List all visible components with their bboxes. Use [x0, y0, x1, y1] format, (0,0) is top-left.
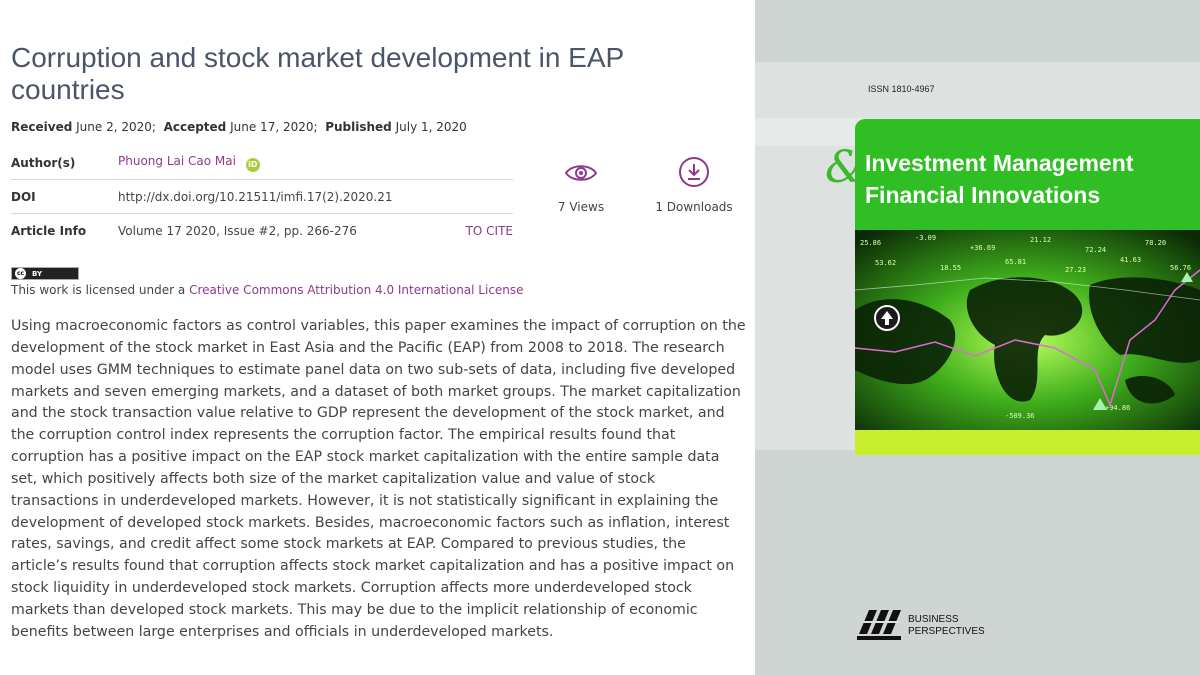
publisher-line2: PERSPECTIVES	[908, 626, 985, 637]
orcid-icon[interactable]: iD	[245, 157, 260, 172]
views-count: 7 Views	[557, 200, 605, 214]
downloads-stat: 1 Downloads	[655, 157, 733, 214]
cover-stripe	[755, 450, 1200, 675]
article-panel: Corruption and stock market development …	[0, 0, 755, 675]
journal-cover-panel: ISSN 1810-4967 Investment Management Fin…	[755, 0, 1200, 675]
svg-text:72.24: 72.24	[1085, 246, 1106, 254]
svg-text:18.55: 18.55	[940, 264, 961, 272]
journal-title-line2: Financial Innovations	[865, 182, 1101, 208]
article-title: Corruption and stock market development …	[11, 42, 624, 105]
article-info-label: Article Info	[11, 224, 87, 238]
views-stat: 7 Views	[555, 160, 607, 214]
article-info-value: Volume 17 2020, Issue #2, pp. 266-276	[118, 224, 357, 238]
to-cite-button[interactable]: TO CITE	[466, 224, 513, 238]
by-text: BY	[32, 269, 43, 278]
license-text: This work is licensed under a Creative C…	[11, 283, 524, 297]
accepted-label: Accepted	[163, 120, 227, 134]
doi-row: DOI http://dx.doi.org/10.21511/imfi.17(2…	[11, 180, 513, 214]
article-info-row: Article Info Volume 17 2020, Issue #2, p…	[11, 214, 513, 248]
svg-text:41.63: 41.63	[1120, 256, 1141, 264]
license-link[interactable]: Creative Commons Attribution 4.0 Interna…	[189, 283, 523, 297]
svg-text:-3.09: -3.09	[915, 234, 936, 242]
svg-text:65.81: 65.81	[1005, 258, 1026, 266]
publisher-logo	[857, 610, 901, 640]
published-date: July 1, 2020	[395, 120, 467, 134]
svg-text:+94.86: +94.86	[1105, 404, 1130, 412]
journal-cover: Investment Management Financial Innovati…	[855, 119, 1200, 455]
journal-title: Investment Management Financial Innovati…	[865, 147, 1133, 211]
eye-icon	[564, 165, 598, 181]
svg-text:53.62: 53.62	[875, 259, 896, 267]
svg-text:21.12: 21.12	[1030, 236, 1051, 244]
journal-title-line1: Investment Management	[865, 150, 1134, 176]
article-dates: Received June 2, 2020; Accepted June 17,…	[11, 120, 467, 134]
cover-world-map-image: 25.86 -3.09 +36.69 21.12 72.24 78.20 53.62 18…	[855, 230, 1200, 430]
downloads-count: 1 Downloads	[655, 200, 733, 214]
doi-label: DOI	[11, 189, 36, 204]
abstract: Using macroeconomic factors as control v…	[11, 318, 746, 640]
author-label: Author(s)	[11, 155, 76, 170]
cc-icon: cc	[15, 268, 26, 279]
published-label: Published	[325, 120, 392, 134]
svg-text:25.86: 25.86	[860, 239, 881, 247]
publisher-line1: BUSINESS	[908, 614, 959, 625]
cover-bottom-band	[855, 430, 1200, 455]
cover-stripe	[755, 0, 1200, 62]
received-date: June 2, 2020;	[76, 120, 156, 134]
cc-by-badge[interactable]: cc BY	[11, 267, 79, 280]
license-prefix: This work is licensed under a	[11, 283, 186, 297]
accepted-date: June 17, 2020;	[230, 120, 318, 134]
author-row: Author(s) Phuong Lai Cao Mai iD	[11, 146, 513, 180]
author-link[interactable]: Phuong Lai Cao Mai	[118, 154, 236, 168]
publisher-name: BUSINESS PERSPECTIVES	[908, 614, 985, 638]
issn: ISSN 1810-4967	[868, 84, 935, 94]
doi-link[interactable]: http://dx.doi.org/10.21511/imfi.17(2).20…	[118, 190, 513, 204]
svg-text:+36.69: +36.69	[970, 244, 995, 252]
svg-text:78.20: 78.20	[1145, 239, 1166, 247]
svg-text:-509.36: -509.36	[1005, 412, 1035, 420]
svg-text:56.76: 56.76	[1170, 264, 1191, 272]
received-label: Received	[11, 120, 73, 134]
download-icon	[679, 157, 709, 187]
ampersand-glyph: &	[825, 142, 865, 193]
svg-text:27.23: 27.23	[1065, 266, 1086, 274]
